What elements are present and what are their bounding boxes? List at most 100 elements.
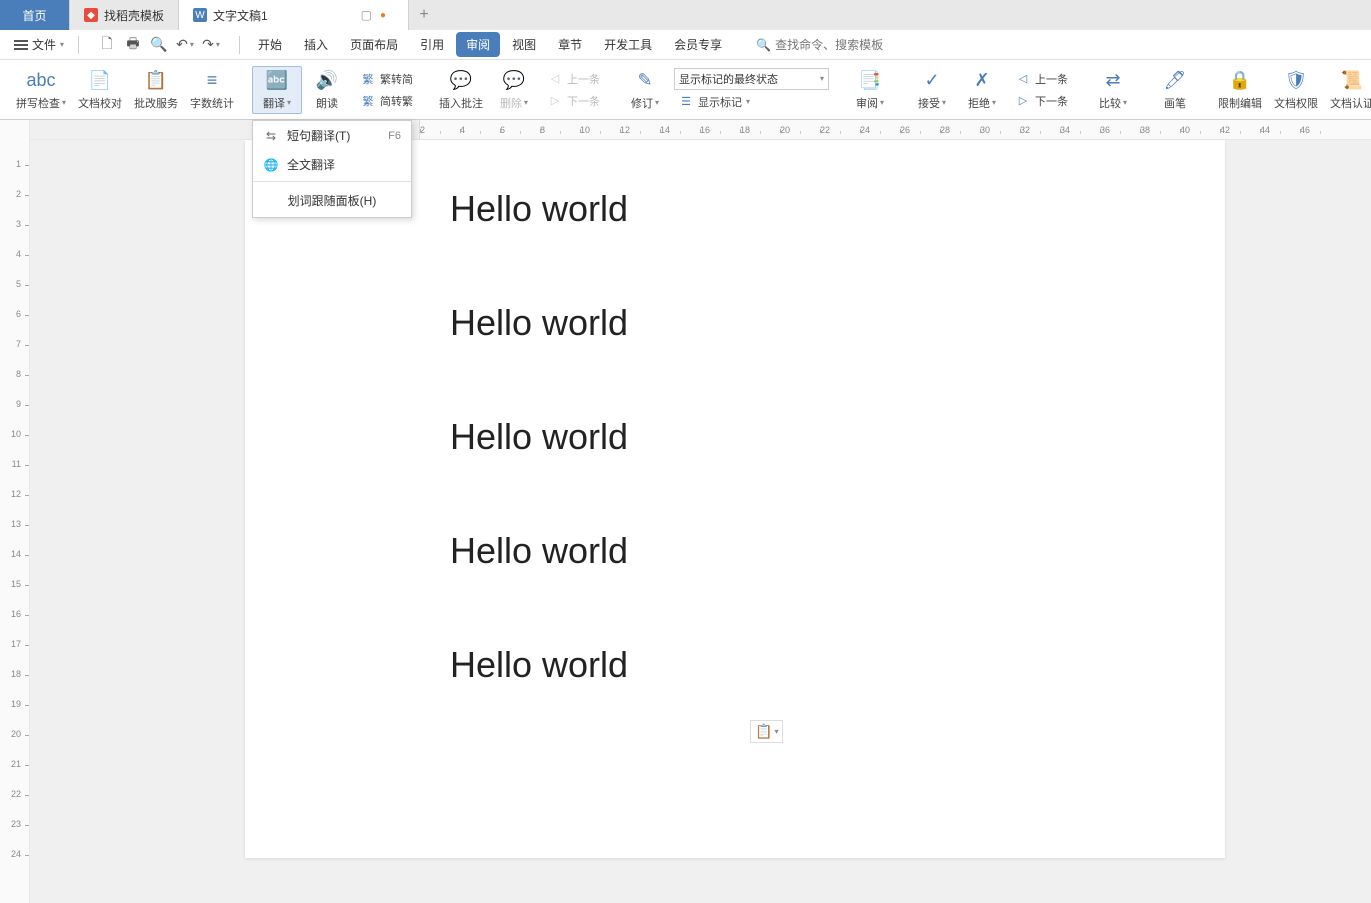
prev-comment-button[interactable]: ◁上一条 (543, 69, 604, 89)
hruler-tick: 12 (620, 125, 660, 135)
t2s-icon: 繁 (360, 71, 376, 87)
read-button[interactable]: 🔊 朗读 (302, 67, 352, 113)
next-change-button[interactable]: ▷下一条 (1011, 91, 1072, 111)
ribbon-tab-insert[interactable]: 插入 (294, 32, 338, 57)
hruler-tick: 46 (1300, 125, 1340, 135)
wordcount-button[interactable]: ≡ 字数统计 (184, 67, 240, 113)
ribbon-tab-devtools[interactable]: 开发工具 (594, 32, 662, 57)
translate-button[interactable]: 🔤 翻译▾ (252, 66, 302, 114)
batch-button[interactable]: 📋 批改服务 (128, 67, 184, 113)
hruler-tick: 18 (740, 125, 780, 135)
review-pane-icon: 📑 (858, 69, 882, 93)
doc-perm-button[interactable]: 🛡 文档权限 (1268, 67, 1324, 113)
prev-change-button[interactable]: ◁上一条 (1011, 69, 1072, 89)
vruler-tick: 2 (0, 195, 29, 225)
simp-to-trad-button[interactable]: 繁简转繁 (356, 91, 417, 111)
revision-button[interactable]: ✎ 修订▾ (620, 67, 670, 113)
tab-document[interactable]: W 文字文稿1 ▢ ● (179, 0, 409, 30)
hruler-tick: 22 (820, 125, 860, 135)
ribbon-tab-layout[interactable]: 页面布局 (340, 32, 408, 57)
search-box[interactable]: 🔍 (756, 38, 956, 52)
ribbon-tab-reference[interactable]: 引用 (410, 32, 454, 57)
review-pane-button[interactable]: 📑 审阅▾ (845, 67, 895, 113)
document-paragraph[interactable]: Hello world (450, 416, 1020, 458)
vruler-tick: 3 (0, 225, 29, 255)
revision-icon: ✎ (633, 69, 657, 93)
vruler-tick: 1 (0, 165, 29, 195)
markup-display-select[interactable]: 显示标记的最终状态▾ (674, 68, 829, 90)
spellcheck-button[interactable]: abc 拼写检查▾ (10, 67, 72, 113)
hruler-tick: 20 (780, 125, 820, 135)
hruler-tick: 30 (980, 125, 1020, 135)
document-paragraph[interactable]: Hello world (450, 302, 1020, 344)
prev-comment-icon: ◁ (547, 71, 563, 87)
hruler-tick: 44 (1260, 125, 1300, 135)
hruler-tick: 16 (700, 125, 740, 135)
dropdown-panel-toggle[interactable]: 划词跟随面板(H) (253, 184, 411, 217)
new-tab-button[interactable]: + (409, 0, 439, 30)
undo-button[interactable]: ↶▾ (175, 35, 195, 55)
document-page[interactable]: Hello world Hello world Hello world Hello w… (245, 140, 1225, 858)
ribbon-tab-view[interactable]: 视图 (502, 32, 546, 57)
window-icon[interactable]: ▢ (361, 8, 372, 22)
paste-options-widget[interactable]: 📋▾ (750, 720, 783, 743)
delete-comment-button[interactable]: 💬 删除▾ (489, 67, 539, 113)
hruler-tick: 24 (860, 125, 900, 135)
show-markup-button[interactable]: ☰显示标记▾ (674, 92, 829, 112)
ribbon: abc 拼写检查▾ 📄 文档校对 📋 批改服务 ≡ 字数统计 🔤 翻译▾ 🔊 朗… (0, 60, 1371, 120)
compare-button[interactable]: ⇄ 比较▾ (1088, 67, 1138, 113)
compare-icon: ⇄ (1101, 69, 1125, 93)
new-doc-button[interactable]: 🗋 (97, 35, 117, 55)
hruler-tick: 14 (660, 125, 700, 135)
hamburger-icon (14, 38, 28, 52)
preview-button[interactable]: 🔍 (149, 35, 169, 55)
search-input[interactable] (775, 38, 935, 52)
hruler-tick: 10 (580, 125, 620, 135)
vruler-tick: 4 (0, 255, 29, 285)
document-paragraph[interactable]: Hello world (450, 188, 1020, 230)
accept-button[interactable]: ✓ 接受▾ (907, 67, 957, 113)
vertical-ruler[interactable]: 123456789101112131415161718192021222324 (0, 120, 30, 903)
hruler-tick: 40 (1180, 125, 1220, 135)
doccheck-button[interactable]: 📄 文档校对 (72, 67, 128, 113)
hruler-tick: 32 (1020, 125, 1060, 135)
print-button[interactable]: 🖶 (123, 35, 143, 55)
pen-icon: 🖊 (1163, 69, 1187, 93)
hruler-tick: 28 (940, 125, 980, 135)
horizontal-ruler[interactable]: 2468101214161820222426283032343638404244… (30, 120, 1371, 140)
ribbon-tab-chapter[interactable]: 章节 (548, 32, 592, 57)
search-icon: 🔍 (756, 38, 771, 52)
reject-button[interactable]: ✗ 拒绝▾ (957, 67, 1007, 113)
tab-home[interactable]: 首页 (0, 0, 70, 30)
lock-icon: 🔒 (1228, 69, 1252, 93)
hruler-tick: 36 (1100, 125, 1140, 135)
hruler-tick: 4 (460, 125, 500, 135)
hruler-tick: 42 (1220, 125, 1260, 135)
hruler-tick: 2 (420, 125, 460, 135)
translate-dropdown: ⇆ 短句翻译(T) F6 🌐 全文翻译 划词跟随面板(H) (252, 120, 412, 218)
trad-to-simp-button[interactable]: 繁繁转简 (356, 69, 417, 89)
perm-icon: 🛡 (1284, 69, 1308, 93)
doc-cert-button[interactable]: 📜 文档认证 (1324, 67, 1371, 113)
batch-icon: 📋 (144, 69, 168, 93)
ribbon-tab-review[interactable]: 审阅 (456, 32, 500, 57)
file-menu[interactable]: 文件 ▾ (8, 36, 70, 53)
ribbon-tab-vip[interactable]: 会员专享 (664, 32, 732, 57)
quick-access-toolbar: 🗋 🖶 🔍 ↶▾ ↷▾ (87, 35, 231, 55)
insert-comment-button[interactable]: 💬 插入批注 (433, 67, 489, 113)
dropdown-short-translate[interactable]: ⇆ 短句翻译(T) F6 (253, 121, 411, 150)
menu-bar: 文件 ▾ 🗋 🖶 🔍 ↶▾ ↷▾ 开始 插入 页面布局 引用 审阅 视图 章节 … (0, 30, 1371, 60)
vruler-tick: 5 (0, 285, 29, 315)
accept-icon: ✓ (920, 69, 944, 93)
dropdown-full-translate[interactable]: 🌐 全文翻译 (253, 150, 411, 179)
tab-template[interactable]: ◆ 找稻壳模板 (70, 0, 179, 30)
document-paragraph[interactable]: Hello world (450, 530, 1020, 572)
next-comment-button[interactable]: ▷下一条 (543, 91, 604, 111)
short-translate-icon: ⇆ (263, 129, 279, 143)
ribbon-tab-start[interactable]: 开始 (248, 32, 292, 57)
redo-button[interactable]: ↷▾ (201, 35, 221, 55)
pen-button[interactable]: 🖊 画笔 (1150, 67, 1200, 113)
restrict-edit-button[interactable]: 🔒 限制编辑 (1212, 67, 1268, 113)
document-paragraph[interactable]: Hello world (450, 644, 1020, 686)
hruler-tick: 6 (500, 125, 540, 135)
